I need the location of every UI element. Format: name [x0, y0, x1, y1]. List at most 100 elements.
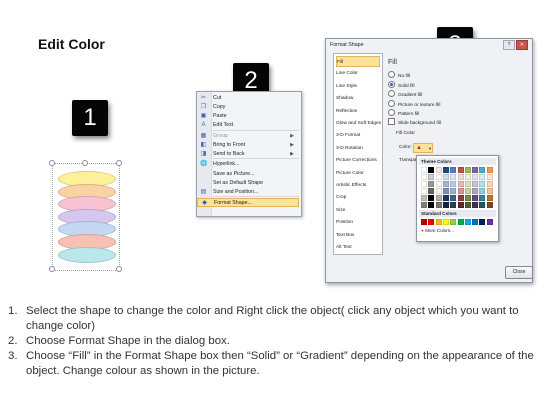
close-icon[interactable]: ✕: [516, 40, 528, 50]
radio-solid-fill[interactable]: Solid fill: [388, 80, 415, 91]
theme-color-swatch[interactable]: [472, 174, 479, 180]
theme-color-swatch[interactable]: [435, 181, 442, 187]
theme-color-swatch[interactable]: [486, 202, 493, 208]
theme-color-swatch[interactable]: [472, 181, 479, 187]
theme-color-swatch[interactable]: [428, 167, 435, 173]
theme-color-swatch[interactable]: [464, 167, 471, 173]
theme-color-swatch[interactable]: [450, 174, 457, 180]
category-position[interactable]: Position: [336, 217, 380, 228]
theme-color-swatch[interactable]: [421, 181, 427, 187]
theme-color-swatch[interactable]: [450, 181, 457, 187]
standard-color-swatch[interactable]: [479, 219, 486, 225]
category-reflection[interactable]: Reflection: [336, 106, 380, 117]
theme-color-swatch[interactable]: [457, 174, 464, 180]
standard-color-swatch[interactable]: [442, 219, 449, 225]
theme-color-swatch[interactable]: [442, 181, 449, 187]
theme-color-swatch[interactable]: [428, 188, 435, 194]
category-line-style[interactable]: Line Style: [336, 81, 380, 92]
category-alt-text[interactable]: Alt Text: [336, 242, 380, 253]
theme-color-swatch[interactable]: [486, 181, 493, 187]
menu-item-group[interactable]: ▦ Group ▶: [197, 132, 299, 141]
theme-color-swatch[interactable]: [442, 188, 449, 194]
theme-color-swatch[interactable]: [464, 174, 471, 180]
menu-item-bring-to-front[interactable]: ◧ Bring to Front ▶: [197, 141, 299, 150]
close-button[interactable]: Close: [505, 266, 533, 279]
standard-color-swatch[interactable]: [428, 219, 435, 225]
theme-color-swatch[interactable]: [421, 188, 427, 194]
category-glow-and-soft-edges[interactable]: Glow and Soft Edges: [336, 118, 381, 129]
theme-color-swatch[interactable]: [472, 195, 479, 201]
category-line-color[interactable]: Line Color: [336, 68, 380, 79]
category-text-box[interactable]: Text Box: [336, 230, 380, 241]
category-picture-corrections[interactable]: Picture Corrections: [336, 155, 380, 166]
theme-color-swatch[interactable]: [435, 188, 442, 194]
selection-handle[interactable]: [49, 266, 55, 272]
theme-color-swatch[interactable]: [421, 202, 427, 208]
theme-color-swatch[interactable]: [428, 181, 435, 187]
theme-color-swatch[interactable]: [428, 195, 435, 201]
selection-handle[interactable]: [116, 160, 122, 166]
theme-color-swatch[interactable]: [472, 167, 479, 173]
theme-color-swatch[interactable]: [457, 167, 464, 173]
standard-color-swatch[interactable]: [457, 219, 464, 225]
theme-color-swatch[interactable]: [450, 167, 457, 173]
theme-color-swatch[interactable]: [435, 174, 442, 180]
radio-gradient-fill[interactable]: Gradient fill: [388, 90, 422, 100]
theme-color-swatch[interactable]: [457, 188, 464, 194]
theme-color-swatch[interactable]: [472, 188, 479, 194]
menu-item-save-as-picture[interactable]: Save as Picture...: [197, 170, 299, 179]
theme-color-swatch[interactable]: [450, 202, 457, 208]
theme-color-swatch[interactable]: [486, 195, 493, 201]
help-button[interactable]: ?: [503, 40, 515, 50]
theme-color-swatch[interactable]: [486, 188, 493, 194]
more-colors-link[interactable]: ● More Colors...: [421, 228, 454, 233]
theme-color-swatch[interactable]: [457, 195, 464, 201]
standard-color-swatch[interactable]: [486, 219, 493, 225]
theme-color-swatch[interactable]: [479, 188, 486, 194]
category-3-d-rotation[interactable]: 3-D Rotation: [336, 143, 380, 154]
color-picker-button[interactable]: ▲ ▼: [413, 143, 433, 153]
category-fill[interactable]: Fill: [336, 56, 380, 67]
selection-handle[interactable]: [82, 160, 88, 166]
theme-color-swatch[interactable]: [435, 195, 442, 201]
theme-color-swatch[interactable]: [479, 195, 486, 201]
menu-item-copy[interactable]: ❐ Copy: [197, 103, 299, 112]
theme-color-swatch[interactable]: [457, 181, 464, 187]
theme-color-swatch[interactable]: [479, 174, 486, 180]
theme-color-swatch[interactable]: [486, 174, 493, 180]
radio-no-fill[interactable]: No fill: [388, 71, 410, 81]
theme-color-swatch[interactable]: [442, 202, 449, 208]
menu-item-paste[interactable]: ▣ Paste: [197, 112, 299, 121]
slide-background-checkbox[interactable]: Slide background fill: [388, 118, 441, 128]
theme-color-swatch[interactable]: [421, 167, 427, 173]
selection-handle[interactable]: [49, 160, 55, 166]
menu-item-hyperlink[interactable]: 🌐 Hyperlink...: [197, 160, 299, 169]
category-size[interactable]: Size: [336, 205, 380, 216]
theme-color-swatch[interactable]: [479, 181, 486, 187]
theme-color-swatch[interactable]: [435, 167, 442, 173]
category-3-d-format[interactable]: 3-D Format: [336, 130, 380, 141]
standard-color-swatch[interactable]: [421, 219, 427, 225]
theme-color-swatch[interactable]: [450, 188, 457, 194]
stack-disk[interactable]: [58, 246, 116, 263]
radio-picture-or-texture-fill[interactable]: Picture or texture fill: [388, 99, 440, 110]
category-artistic-effects[interactable]: Artistic Effects: [336, 180, 380, 191]
theme-color-swatch[interactable]: [464, 188, 471, 194]
category-shadow[interactable]: Shadow: [336, 93, 380, 104]
theme-color-swatch[interactable]: [435, 202, 442, 208]
menu-item-edit-text[interactable]: A Edit Text: [197, 121, 299, 130]
standard-color-swatch[interactable]: [464, 219, 471, 225]
menu-item-format-shape[interactable]: ◆ Format Shape...: [197, 198, 299, 207]
standard-color-swatch[interactable]: [472, 219, 479, 225]
theme-color-swatch[interactable]: [442, 195, 449, 201]
theme-color-swatch[interactable]: [464, 195, 471, 201]
theme-color-swatch[interactable]: [450, 195, 457, 201]
theme-color-swatch[interactable]: [472, 202, 479, 208]
menu-item-cut[interactable]: ✂ Cut: [197, 94, 299, 103]
theme-color-swatch[interactable]: [479, 202, 486, 208]
theme-color-swatch[interactable]: [428, 202, 435, 208]
theme-color-swatch[interactable]: [457, 202, 464, 208]
category-picture-color[interactable]: Picture Color: [336, 168, 380, 179]
category-crop[interactable]: Crop: [336, 192, 380, 203]
theme-color-swatch[interactable]: [442, 167, 449, 173]
